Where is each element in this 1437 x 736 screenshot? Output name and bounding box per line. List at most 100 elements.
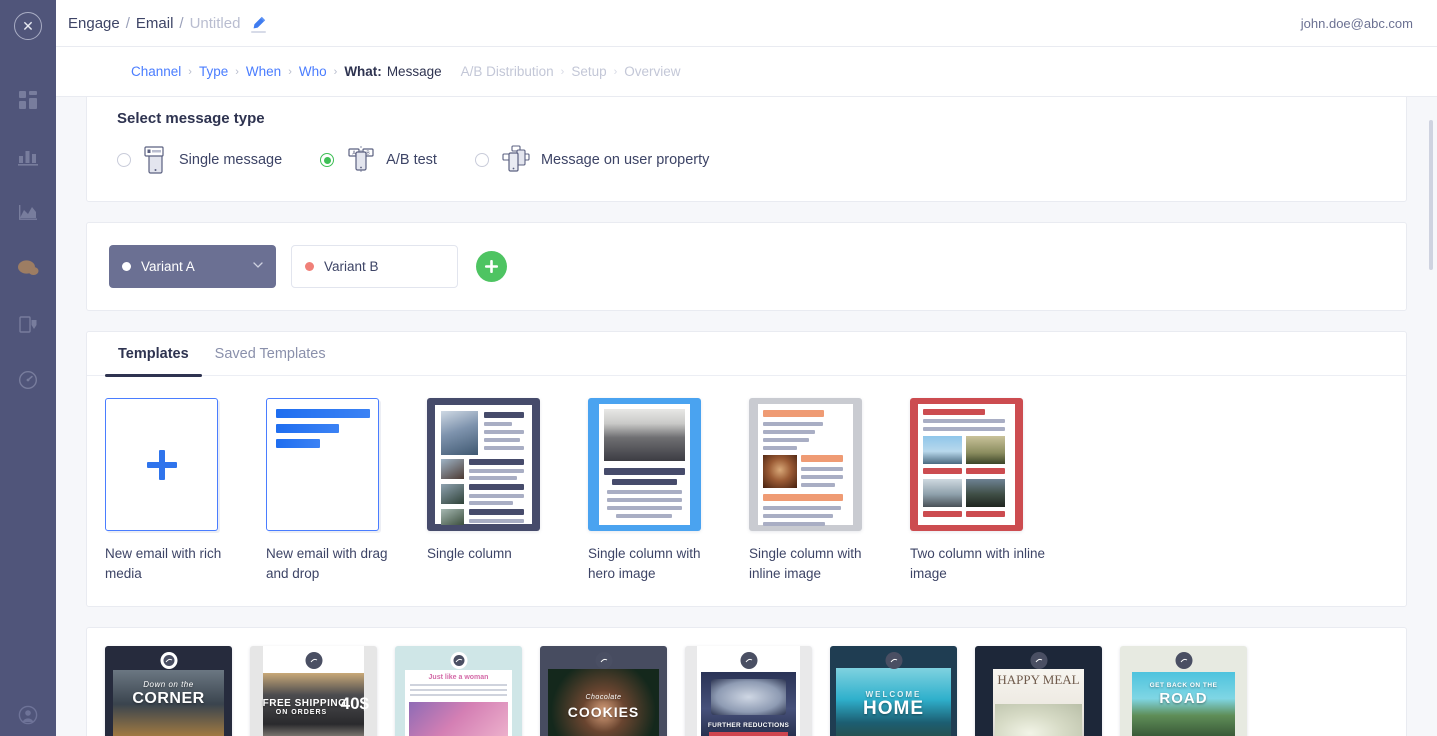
- template-gallery-card: Down on the CORNER FREE SHIPPING ON ORDE…: [86, 627, 1407, 736]
- gallery-title: FURTHER REDUCTIONS: [685, 722, 812, 729]
- speech-bubble-icon: [18, 259, 39, 277]
- mini-line: [469, 469, 524, 473]
- close-icon[interactable]: ✕: [14, 12, 42, 40]
- step-type[interactable]: Type: [199, 64, 228, 79]
- gallery-card-cookies[interactable]: Chocolate COOKIES: [540, 646, 667, 736]
- sidebar-item-performance[interactable]: [0, 352, 56, 408]
- sidebar-item-trends[interactable]: [0, 184, 56, 240]
- app-root: ✕: [0, 0, 1437, 736]
- mini-image: [441, 411, 478, 455]
- step-setup: Setup: [571, 64, 606, 79]
- template-grid: New email with rich media New email with…: [87, 376, 1406, 606]
- option-user-property[interactable]: Message on user property: [475, 145, 709, 175]
- template-card-single-column[interactable]: Single column: [427, 398, 570, 584]
- message-type-title: Select message type: [117, 110, 1376, 127]
- radio-ab-test[interactable]: [320, 153, 334, 167]
- gallery-subtitle: Chocolate: [540, 694, 667, 701]
- area-chart-icon: [18, 203, 38, 222]
- gallery-card-free-shipping[interactable]: FREE SHIPPING ON ORDERS 40$: [250, 646, 377, 736]
- gallery-title: HOME: [830, 698, 957, 720]
- gallery-card-just-like-a-woman[interactable]: Just like a woman: [395, 646, 522, 736]
- mini-line: [801, 483, 835, 487]
- breadcrumb-engage[interactable]: Engage: [68, 15, 120, 32]
- speedometer-icon: [18, 370, 38, 390]
- brand-logo-icon: [160, 652, 177, 669]
- mini-line: [763, 506, 841, 510]
- template-thumb-inline-image[interactable]: [749, 398, 862, 531]
- template-thumb-new-rich-media[interactable]: [105, 398, 218, 531]
- message-type-options: Single message A B: [117, 145, 1376, 175]
- gallery-card-further-reductions[interactable]: FURTHER REDUCTIONS: [685, 646, 812, 736]
- template-card-two-column[interactable]: Two column with inline image: [910, 398, 1053, 584]
- sidebar-item-engage[interactable]: [0, 240, 56, 296]
- template-thumb-new-drag-drop[interactable]: [266, 398, 379, 531]
- tab-templates[interactable]: Templates: [105, 332, 202, 376]
- template-thumb-single-column[interactable]: [427, 398, 540, 531]
- template-card-hero-image[interactable]: Single column with hero image: [588, 398, 731, 584]
- radio-single-message[interactable]: [117, 153, 131, 167]
- mini-line: [801, 475, 843, 479]
- step-when[interactable]: When: [246, 64, 281, 79]
- brand-logo-icon: [1175, 652, 1192, 669]
- add-variant-button[interactable]: [476, 251, 507, 282]
- step-who[interactable]: Who: [299, 64, 327, 79]
- gallery-card-corner[interactable]: Down on the CORNER: [105, 646, 232, 736]
- vertical-scrollbar[interactable]: [1429, 120, 1433, 270]
- mini-heading: [763, 410, 824, 417]
- user-email[interactable]: john.doe@abc.com: [1301, 16, 1413, 31]
- mini-image: [441, 509, 464, 525]
- step-chevron-2: ›: [235, 66, 239, 78]
- mini-line: [469, 501, 513, 505]
- template-label: New email with rich media: [105, 544, 248, 584]
- content-scroll-area[interactable]: Select message type: [56, 97, 1437, 736]
- sidebar-item-dashboard[interactable]: [0, 72, 56, 128]
- gallery-food-image: [995, 704, 1082, 736]
- mini-line: [484, 438, 520, 442]
- sidebar-account[interactable]: [0, 705, 56, 728]
- mini-line: [801, 467, 843, 471]
- mini-heading: [923, 511, 962, 517]
- mini-preview: [910, 398, 1023, 531]
- sidebar-item-analytics[interactable]: [0, 128, 56, 184]
- mini-line: [469, 519, 524, 523]
- sidebar-nav: [0, 72, 56, 408]
- campaign-name[interactable]: Untitled: [190, 15, 241, 32]
- step-channel[interactable]: Channel: [131, 64, 181, 79]
- mini-line: [763, 422, 823, 426]
- chevron-down-icon[interactable]: [253, 261, 263, 272]
- pencil-edit-icon[interactable]: [250, 14, 268, 32]
- mini-line: [484, 430, 524, 434]
- template-card-inline-image[interactable]: Single column with inline image: [749, 398, 892, 584]
- step-chevron-4: ›: [334, 66, 338, 78]
- variant-tab-b[interactable]: Variant B: [291, 245, 458, 288]
- step-chevron-7: ›: [614, 66, 618, 78]
- gallery-subtitle: Down on the: [105, 680, 232, 689]
- gallery-subtitle: ON ORDERS: [254, 709, 349, 716]
- sidebar-item-content[interactable]: [0, 296, 56, 352]
- gallery-title: Just like a woman: [405, 674, 512, 681]
- option-ab-test[interactable]: A B A/B test: [320, 145, 437, 175]
- radio-user-property[interactable]: [475, 153, 489, 167]
- mini-preview: [749, 398, 862, 531]
- dnd-bar: [276, 409, 370, 418]
- variant-tab-a[interactable]: Variant A: [109, 245, 276, 288]
- brand-logo-icon: [450, 652, 467, 669]
- gallery-card-road[interactable]: GET BACK ON THE ROAD: [1120, 646, 1247, 736]
- template-thumb-two-column[interactable]: [910, 398, 1023, 531]
- mini-preview: [427, 398, 540, 531]
- template-card-new-drag-drop[interactable]: New email with drag and drop: [266, 398, 409, 584]
- mini-heading: [923, 409, 985, 415]
- variant-b-label: Variant B: [324, 259, 444, 274]
- step-what-value: Message: [387, 64, 442, 79]
- gallery-accent-bar: [709, 732, 788, 736]
- left-sidebar: ✕: [0, 0, 56, 736]
- option-single-message[interactable]: Single message: [117, 145, 282, 175]
- template-thumb-hero-image[interactable]: [588, 398, 701, 531]
- template-card-new-rich-media[interactable]: New email with rich media: [105, 398, 248, 584]
- breadcrumb-separator-1: /: [126, 15, 130, 32]
- tab-saved-templates[interactable]: Saved Templates: [202, 332, 339, 376]
- gallery-card-welcome-home[interactable]: WELCOME HOME: [830, 646, 957, 736]
- mini-line: [616, 514, 672, 518]
- gallery-card-happy-meal[interactable]: HAPPY MEAL: [975, 646, 1102, 736]
- breadcrumb-email[interactable]: Email: [136, 15, 174, 32]
